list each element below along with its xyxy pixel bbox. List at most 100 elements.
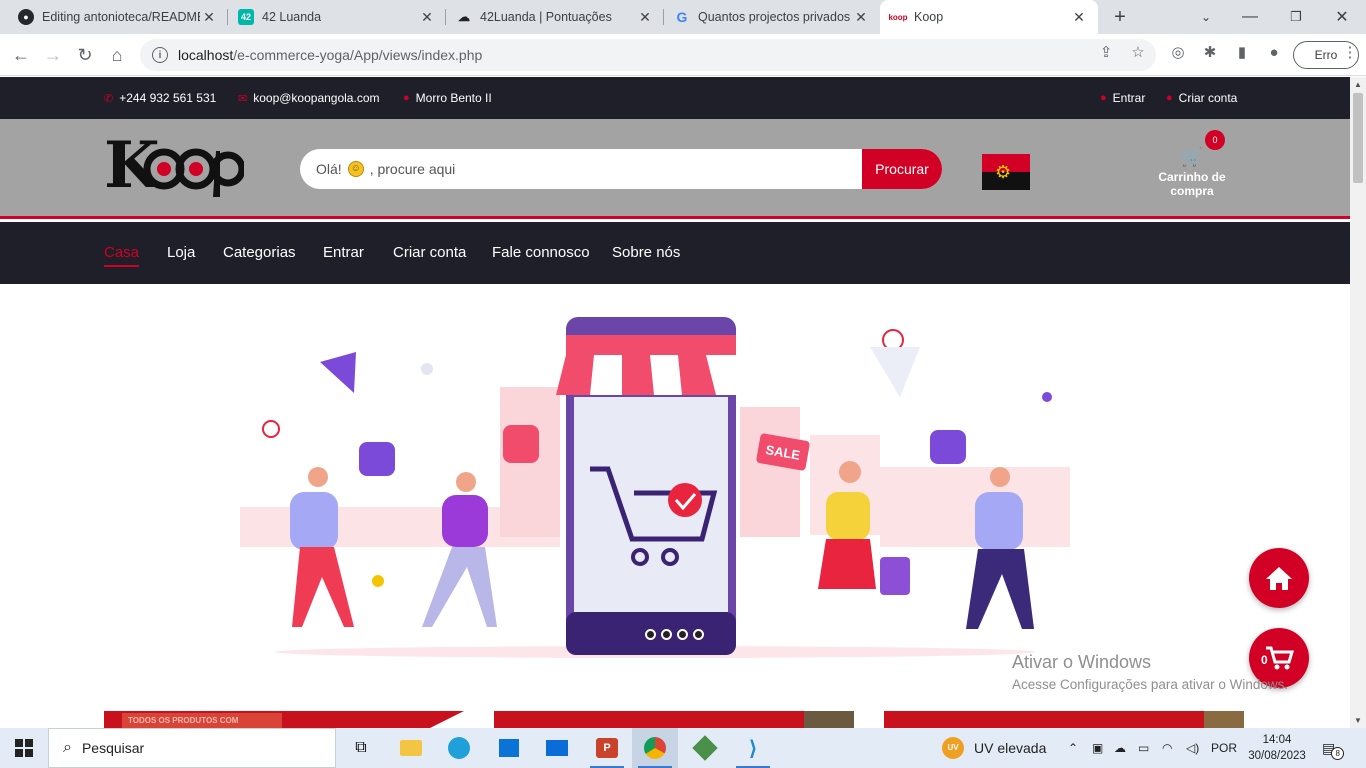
- file-explorer-icon[interactable]: [388, 728, 434, 768]
- url-path: /e-commerce-yoga/App/views/index.php: [233, 47, 483, 63]
- product-card[interactable]: [884, 711, 1244, 728]
- extensions-icon[interactable]: ✱: [1200, 42, 1220, 62]
- hero-awning: [566, 335, 736, 355]
- scrollbar-thumb[interactable]: [1353, 93, 1363, 183]
- menu-icon[interactable]: ⋮: [1340, 42, 1360, 62]
- onedrive-icon[interactable]: ☁: [1114, 728, 1126, 768]
- powerpoint-icon[interactable]: P: [584, 728, 630, 768]
- show-hidden-icons-icon[interactable]: ⌃: [1068, 728, 1078, 768]
- close-tab-icon[interactable]: ✕: [200, 9, 218, 26]
- login-link[interactable]: ● Entrar: [1100, 91, 1145, 105]
- bookmark-star-icon[interactable]: ☆: [1128, 42, 1148, 62]
- search-input[interactable]: Olá! ☺ , procure aqui: [300, 149, 862, 189]
- phone-text: +244 932 561 531: [119, 91, 217, 105]
- hero-triangle: [870, 347, 920, 397]
- task-view-icon[interactable]: ⧉: [338, 728, 384, 768]
- web-page: ✆ +244 932 561 531 ✉ koop@koopangola.com…: [0, 77, 1350, 728]
- search-button[interactable]: Procurar: [862, 149, 942, 189]
- scroll-up-icon[interactable]: ▲: [1354, 80, 1362, 89]
- nav-categorias[interactable]: Categorias: [223, 244, 296, 261]
- site-header: K Olá! ☺ , procure aqui Procurar ⚙ 🛒 Car…: [0, 119, 1350, 219]
- tab-koop[interactable]: koop Koop ✕: [880, 0, 1098, 34]
- microsoft-store-icon[interactable]: [486, 728, 532, 768]
- close-window-icon[interactable]: ✕: [1322, 0, 1362, 34]
- tab-title: 42 Luanda: [262, 10, 322, 24]
- 42-icon: ☁: [458, 10, 470, 24]
- edge-browser-icon[interactable]: [436, 728, 482, 768]
- email-link[interactable]: ✉ koop@koopangola.com: [238, 91, 379, 105]
- top-info-bar: ✆ +244 932 561 531 ✉ koop@koopangola.com…: [0, 77, 1350, 119]
- weather-widget[interactable]: UV UV elevada: [942, 728, 1046, 768]
- page-scrollbar[interactable]: ▲ ▼: [1350, 77, 1366, 728]
- new-tab-icon[interactable]: +: [1100, 0, 1140, 34]
- taskbar-clock[interactable]: 14:04 30/08/2023: [1244, 732, 1310, 764]
- cart-link[interactable]: 🛒 Carrinho de compra 0: [1138, 130, 1246, 198]
- hero-circle: [262, 420, 280, 438]
- nav-criar-conta[interactable]: Criar conta: [393, 244, 466, 261]
- notification-center-icon[interactable]: ▤ 8: [1322, 728, 1345, 768]
- info-icon[interactable]: i: [152, 47, 168, 63]
- login-text: Entrar: [1112, 91, 1146, 105]
- profile-icon[interactable]: ●: [1264, 42, 1284, 62]
- nav-casa[interactable]: Casa: [104, 244, 140, 267]
- hero-check-badge: [668, 483, 702, 517]
- carousel-dot[interactable]: [677, 629, 688, 640]
- volume-icon[interactable]: ◁): [1186, 728, 1199, 768]
- mail-icon[interactable]: [534, 728, 580, 768]
- close-tab-icon[interactable]: ✕: [852, 9, 870, 26]
- battery-icon[interactable]: ▭: [1138, 728, 1149, 768]
- search-icon: ⌕: [63, 739, 72, 756]
- scroll-down-icon[interactable]: ▼: [1354, 716, 1362, 725]
- tab-42-luanda[interactable]: 42 42 Luanda ✕: [228, 0, 446, 34]
- carousel-dot[interactable]: [645, 629, 656, 640]
- git-tool-icon[interactable]: [682, 728, 728, 768]
- forward-icon[interactable]: →: [40, 42, 66, 68]
- meet-now-icon[interactable]: ▣: [1092, 728, 1103, 768]
- nav-entrar[interactable]: Entrar: [323, 244, 364, 261]
- clock-date: 30/08/2023: [1248, 750, 1306, 762]
- carousel-dot[interactable]: [661, 629, 672, 640]
- hero-gift-bubble: [359, 442, 395, 476]
- wifi-icon[interactable]: ◠: [1162, 728, 1172, 768]
- vscode-icon[interactable]: ⟩: [730, 728, 776, 768]
- back-icon[interactable]: ←: [8, 42, 34, 68]
- home-icon[interactable]: ⌂: [104, 42, 130, 68]
- chrome-icon[interactable]: [632, 728, 678, 768]
- github-icon: ●: [18, 9, 34, 25]
- location-link[interactable]: ● Morro Bento II: [403, 91, 492, 105]
- product-card-corner: [424, 711, 464, 728]
- tab-title: 42Luanda | Pontuações: [480, 10, 612, 24]
- share-icon[interactable]: ⇪: [1096, 42, 1116, 62]
- close-tab-icon[interactable]: ✕: [418, 9, 436, 26]
- close-tab-icon[interactable]: ✕: [636, 9, 654, 26]
- side-panel-icon[interactable]: ▮: [1232, 42, 1252, 62]
- reload-icon[interactable]: ↻: [72, 42, 98, 68]
- nav-sobre-nos[interactable]: Sobre nós: [612, 244, 680, 261]
- minimize-icon[interactable]: —: [1230, 0, 1270, 34]
- tab-42-pontuacoes[interactable]: ☁ 42Luanda | Pontuações ✕: [446, 0, 664, 34]
- home-floating-button[interactable]: [1249, 548, 1309, 608]
- windows-start-button[interactable]: [0, 728, 48, 768]
- phone-link[interactable]: ✆ +244 932 561 531: [104, 91, 216, 105]
- tab-search-icon[interactable]: ⌄: [1186, 0, 1226, 34]
- restore-icon[interactable]: ❐: [1276, 0, 1316, 34]
- address-bar[interactable]: i localhost/e-commerce-yoga/App/views/in…: [140, 39, 1156, 71]
- signup-link[interactable]: ● Criar conta: [1166, 91, 1237, 105]
- tab-google[interactable]: G Quantos projectos privados ✕: [664, 0, 880, 34]
- product-card[interactable]: TODOS OS PRODUTOS COM: [104, 711, 464, 728]
- product-card-image: [1204, 711, 1244, 728]
- url-host: localhost: [178, 47, 234, 63]
- carousel-dot[interactable]: [693, 629, 704, 640]
- language-indicator[interactable]: POR: [1211, 728, 1237, 768]
- koop-logo[interactable]: K: [104, 128, 246, 209]
- tab-github[interactable]: ● Editing antonioteca/README.md ✕: [8, 0, 228, 34]
- nav-loja[interactable]: Loja: [167, 244, 195, 261]
- nav-fale-connosco[interactable]: Fale connosco: [492, 244, 590, 261]
- angola-flag-icon[interactable]: ⚙: [982, 154, 1030, 190]
- taskbar-search-box[interactable]: ⌕ Pesquisar: [48, 728, 336, 768]
- mouse-extension-icon[interactable]: ◎: [1168, 42, 1188, 62]
- envelope-icon: ✉: [238, 92, 248, 105]
- hero-awning-stripes: [556, 355, 716, 395]
- product-card[interactable]: [494, 711, 854, 728]
- close-tab-icon[interactable]: ✕: [1070, 9, 1088, 26]
